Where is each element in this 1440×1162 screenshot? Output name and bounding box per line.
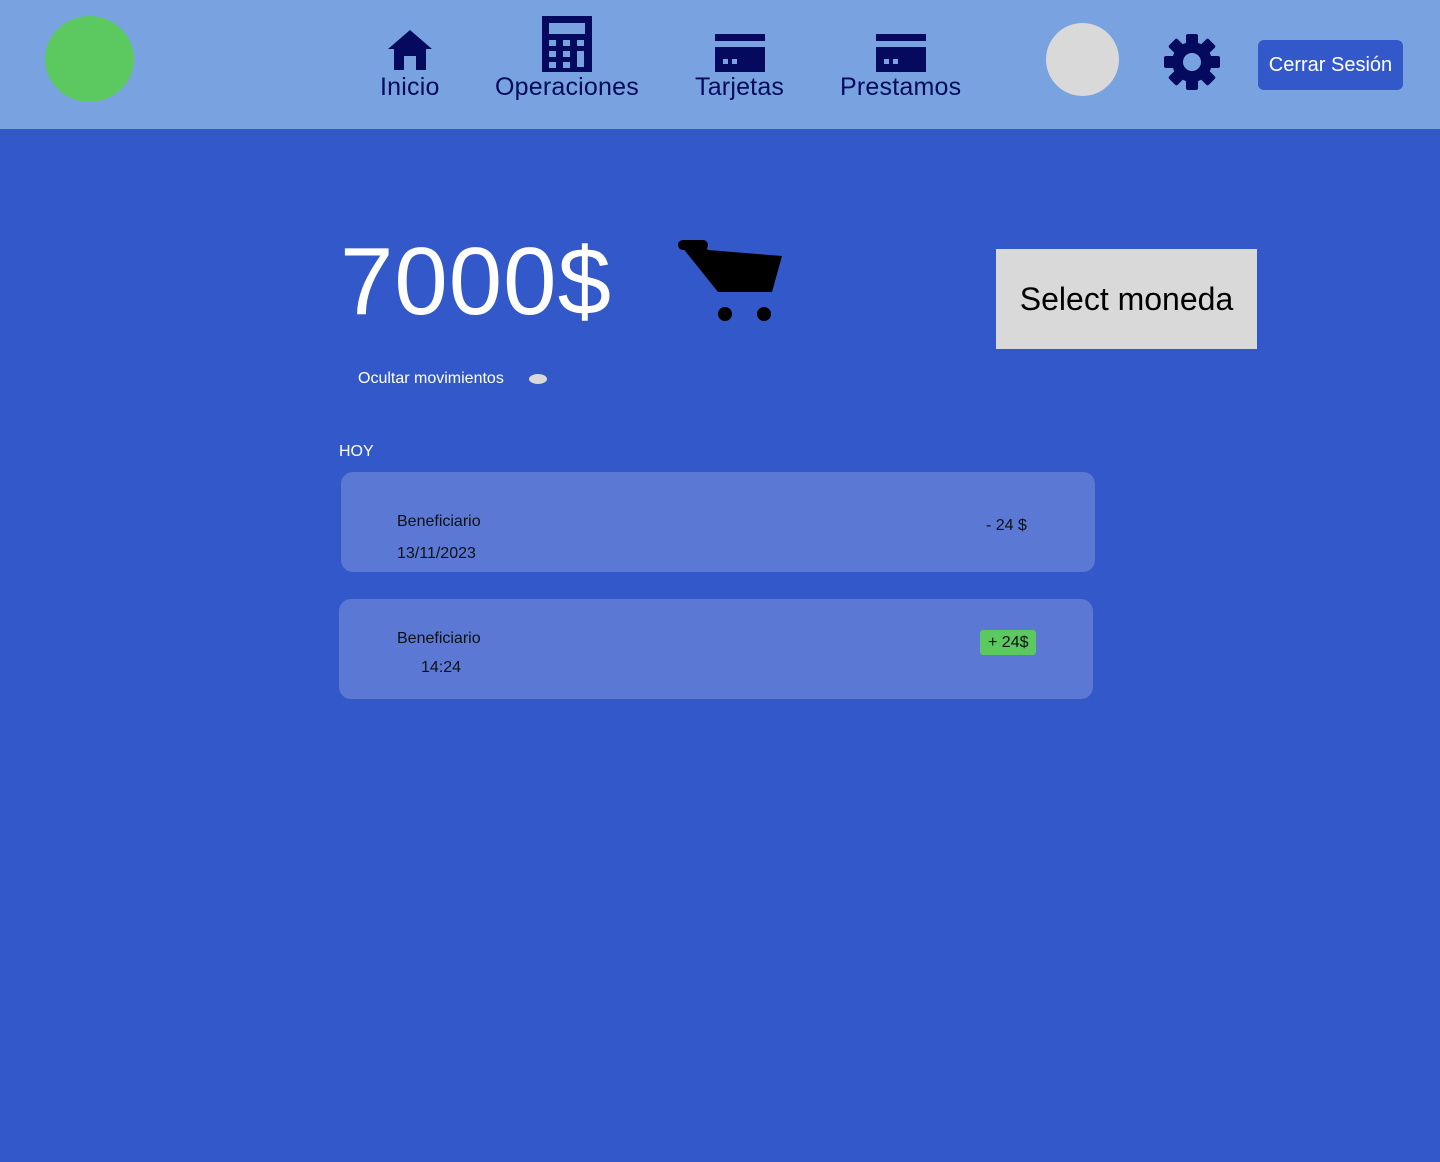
transaction-time: 14:24: [421, 659, 462, 676]
credit-card-icon: [714, 14, 765, 72]
nav-label: Inicio: [380, 73, 440, 101]
credit-card-icon: [875, 14, 926, 72]
nav-item-tarjetas[interactable]: Tarjetas: [695, 14, 784, 102]
home-icon: [386, 14, 434, 72]
calculator-icon: [541, 14, 592, 72]
transaction-amount: - 24 $: [986, 517, 1027, 534]
nav-item-prestamos[interactable]: Prestamos: [840, 14, 961, 102]
logout-button[interactable]: Cerrar Sesión: [1258, 40, 1403, 90]
balance-amount: 7000$: [340, 228, 612, 335]
transaction-beneficiary: Beneficiario: [397, 513, 481, 530]
currency-select[interactable]: Select moneda: [996, 249, 1257, 349]
gear-icon[interactable]: [1163, 33, 1221, 91]
nav-item-operaciones[interactable]: Operaciones: [495, 14, 639, 102]
transaction-item[interactable]: Beneficiario 14:24 + 24$: [339, 599, 1093, 699]
transaction-item[interactable]: Beneficiario 13/11/2023 - 24 $: [341, 472, 1095, 572]
logo[interactable]: [45, 16, 134, 102]
hide-movements-toggle[interactable]: [529, 374, 547, 384]
nav-label: Tarjetas: [695, 73, 785, 101]
section-label-today: HOY: [339, 443, 374, 460]
transaction-amount: + 24$: [980, 630, 1037, 655]
hide-movements-label: Ocultar movimientos: [358, 370, 504, 387]
top-navigation-bar: Inicio Operaciones Tarjetas Prestamos Ce…: [0, 0, 1440, 129]
nav-item-inicio[interactable]: Inicio: [380, 14, 440, 102]
cart-icon[interactable]: [676, 240, 786, 324]
transaction-beneficiary: Beneficiario: [397, 630, 481, 647]
transaction-date: 13/11/2023: [397, 545, 476, 562]
nav-label: Operaciones: [495, 73, 639, 101]
avatar[interactable]: [1046, 23, 1119, 96]
nav-label: Prestamos: [840, 73, 962, 101]
